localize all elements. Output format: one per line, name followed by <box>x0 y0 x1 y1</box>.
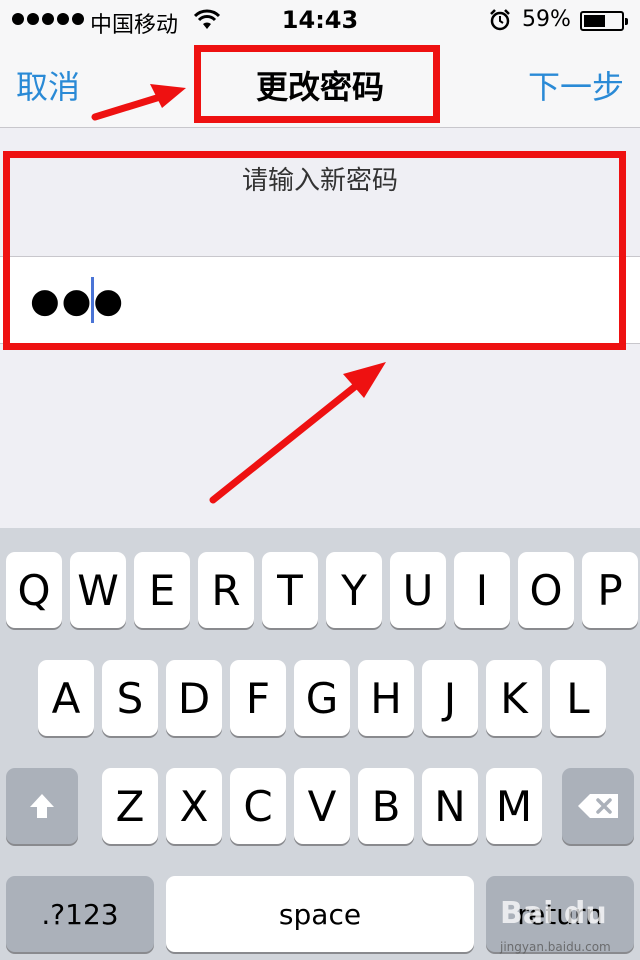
key-q[interactable]: Q <box>6 552 62 628</box>
new-password-prompt: 请输入新密码 <box>241 166 398 196</box>
keyboard: QWERTYUIOP ASDFGHJKL ZXCVBNM .?123 space… <box>0 528 640 960</box>
key-a[interactable]: A <box>38 660 94 736</box>
battery-icon <box>580 11 628 31</box>
new-password-field[interactable]: ●●● <box>0 256 640 344</box>
key-b[interactable]: B <box>358 768 414 844</box>
key-z[interactable]: Z <box>102 768 158 844</box>
key-s[interactable]: S <box>102 660 158 736</box>
key-x[interactable]: X <box>166 768 222 844</box>
alarm-clock-icon <box>490 9 510 31</box>
key-m[interactable]: M <box>486 768 542 844</box>
shift-key[interactable] <box>6 768 78 844</box>
status-bar: 中国移动 14:43 59% <box>0 0 640 40</box>
key-l[interactable]: L <box>550 660 606 736</box>
key-j[interactable]: J <box>422 660 478 736</box>
key-t[interactable]: T <box>262 552 318 628</box>
key-w[interactable]: W <box>70 552 126 628</box>
key-d[interactable]: D <box>166 660 222 736</box>
space-key[interactable]: space <box>166 876 474 952</box>
key-u[interactable]: U <box>390 552 446 628</box>
arrow-to-input-icon <box>209 362 386 504</box>
key-r[interactable]: R <box>198 552 254 628</box>
next-step-button[interactable]: 下一步 <box>528 62 624 108</box>
password-value: ●●● <box>30 281 126 321</box>
text-cursor <box>91 277 94 323</box>
return-key[interactable]: return <box>486 876 634 952</box>
key-n[interactable]: N <box>422 768 478 844</box>
battery-percent: 59% <box>522 7 571 32</box>
key-h[interactable]: H <box>358 660 414 736</box>
navigation-bar: 取消 更改密码 下一步 <box>0 40 640 128</box>
key-k[interactable]: K <box>486 660 542 736</box>
delete-key[interactable] <box>562 768 634 844</box>
backspace-icon <box>578 794 618 818</box>
key-g[interactable]: G <box>294 660 350 736</box>
key-e[interactable]: E <box>134 552 190 628</box>
numbers-key[interactable]: .?123 <box>6 876 154 952</box>
key-y[interactable]: Y <box>326 552 382 628</box>
key-i[interactable]: I <box>454 552 510 628</box>
key-c[interactable]: C <box>230 768 286 844</box>
shift-arrow-icon <box>30 794 54 818</box>
key-f[interactable]: F <box>230 660 286 736</box>
key-v[interactable]: V <box>294 768 350 844</box>
key-p[interactable]: P <box>582 552 638 628</box>
key-o[interactable]: O <box>518 552 574 628</box>
